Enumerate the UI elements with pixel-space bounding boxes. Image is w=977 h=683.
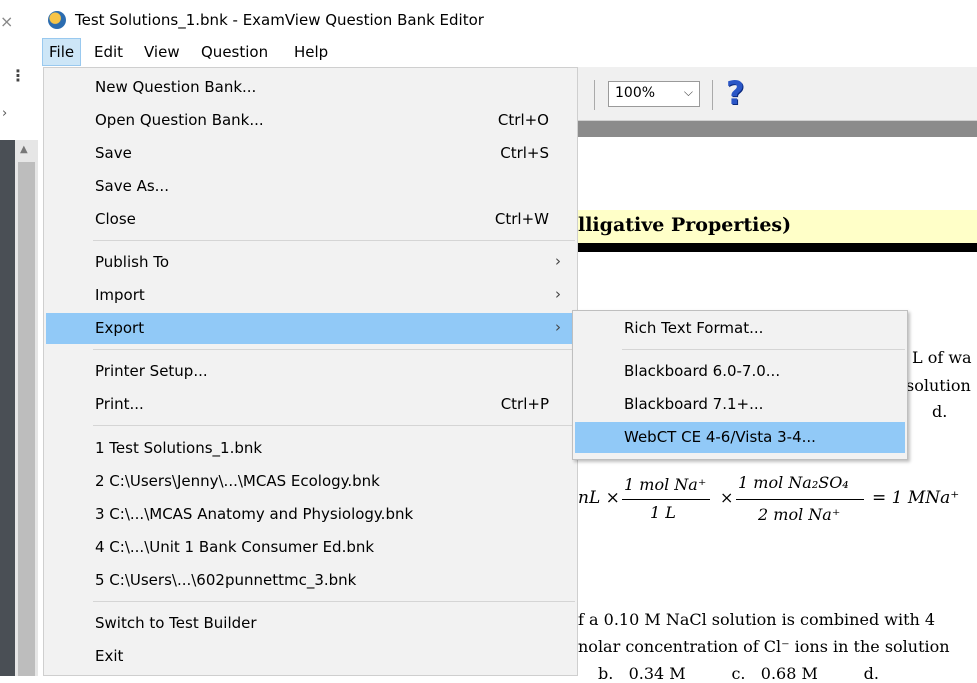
shortcut-label: Ctrl+P xyxy=(500,395,549,413)
file-menu: New Question Bank... Open Question Bank.… xyxy=(43,67,578,676)
scrollbar[interactable]: ▲ xyxy=(15,140,38,676)
menu-item-save-as[interactable]: Save As... xyxy=(46,171,577,202)
menu-item-label: 1 Test Solutions_1.bnk xyxy=(95,439,263,457)
section-heading-band: lligative Properties) xyxy=(578,210,977,252)
menu-file[interactable]: File xyxy=(42,38,82,66)
toolbar-separator xyxy=(594,80,595,110)
help-icon[interactable]: ? xyxy=(726,74,745,112)
export-submenu: Rich Text Format... Blackboard 6.0-7.0..… xyxy=(572,310,908,460)
menu-item-label: Switch to Test Builder xyxy=(95,614,257,632)
menu-item-switch-to-test-builder[interactable]: Switch to Test Builder xyxy=(46,608,577,639)
equation-denominator: 2 mol Na⁺ xyxy=(758,505,841,524)
ruler-bar xyxy=(578,121,977,137)
menu-item-recent-file[interactable]: 5 C:\Users\...\602punnettmc_3.bnk xyxy=(46,565,577,596)
zoom-value: 100% xyxy=(615,85,656,101)
menu-help[interactable]: Help xyxy=(288,38,334,66)
menu-item-label: Exit xyxy=(95,647,124,665)
close-icon[interactable]: × xyxy=(0,12,13,31)
zoom-select[interactable]: 100% ⌵ xyxy=(608,81,700,107)
menu-item-label: Open Question Bank... xyxy=(95,111,264,129)
doc-text-fragment: d. xyxy=(932,402,948,421)
menu-item-label: 4 C:\...\Unit 1 Bank Consumer Ed.bnk xyxy=(95,538,375,556)
menu-item-recent-file[interactable]: 3 C:\...\MCAS Anatomy and Physiology.bnk xyxy=(46,499,577,530)
section-heading: lligative Properties) xyxy=(578,214,792,236)
toolbar-separator xyxy=(712,80,713,110)
equation-left: nL × xyxy=(578,488,620,508)
menu-item-exit[interactable]: Exit xyxy=(46,641,577,672)
more-vertical-icon[interactable]: ⋮ xyxy=(10,66,26,85)
menu-item-recent-file[interactable]: 1 Test Solutions_1.bnk xyxy=(46,433,577,464)
equation-denominator: 1 L xyxy=(650,503,676,522)
shortcut-label: Ctrl+S xyxy=(500,144,549,162)
shortcut-label: Ctrl+O xyxy=(497,111,549,129)
menu-item-import[interactable]: Import › xyxy=(46,280,577,311)
menu-item-save[interactable]: Save Ctrl+S xyxy=(46,138,577,169)
menu-item-publish-to[interactable]: Publish To › xyxy=(46,247,577,278)
chevron-down-icon: ⌵ xyxy=(683,85,693,99)
menu-item-label: Save As... xyxy=(95,177,169,195)
menu-item-export[interactable]: Export › xyxy=(46,313,577,344)
menu-item-label: Import xyxy=(95,286,145,304)
submenu-item-rich-text-format[interactable]: Rich Text Format... xyxy=(575,313,905,344)
equation-result: = 1 MNa⁺ xyxy=(872,488,960,508)
window-title: Test Solutions_1.bnk - ExamView Question… xyxy=(75,11,484,29)
menu-item-label: 2 C:\Users\Jenny\...\MCAS Ecology.bnk xyxy=(95,472,380,490)
doc-text-line: f a 0.10 M NaCl solution is combined wit… xyxy=(578,610,936,629)
menu-item-label: Printer Setup... xyxy=(95,362,208,380)
submenu-item-blackboard-7[interactable]: Blackboard 7.1+... xyxy=(575,389,905,420)
scroll-thumb[interactable] xyxy=(18,162,35,676)
shortcut-label: Ctrl+W xyxy=(494,210,549,228)
menu-item-label: Save xyxy=(95,144,132,162)
scroll-up-arrow-icon[interactable]: ▲ xyxy=(20,144,28,155)
menu-item-label: Publish To xyxy=(95,253,170,271)
menu-item-label: Blackboard 6.0-7.0... xyxy=(624,362,781,380)
menu-edit[interactable]: Edit xyxy=(88,38,129,66)
menu-item-open-question-bank[interactable]: Open Question Bank... Ctrl+O xyxy=(46,105,577,136)
panel-edge xyxy=(0,140,15,676)
doc-text-line: b. 0.34 M c. 0.68 M d. xyxy=(598,664,879,683)
menu-separator xyxy=(93,601,575,602)
submenu-arrow-icon: › xyxy=(555,318,561,336)
menu-separator xyxy=(93,349,575,350)
menu-item-new-question-bank[interactable]: New Question Bank... xyxy=(46,72,577,103)
doc-text-line: nolar concentration of Cl⁻ ions in the s… xyxy=(578,637,950,656)
menu-item-label: 5 C:\Users\...\602punnettmc_3.bnk xyxy=(95,571,357,589)
equation-numerator: 1 mol Na₂SO₄ xyxy=(738,473,849,492)
menu-view[interactable]: View xyxy=(138,38,186,66)
menu-item-label: Close xyxy=(95,210,136,228)
menu-item-label: Print... xyxy=(95,395,144,413)
submenu-arrow-icon: › xyxy=(555,252,561,270)
menu-item-recent-file[interactable]: 4 C:\...\Unit 1 Bank Consumer Ed.bnk xyxy=(46,532,577,563)
menu-separator xyxy=(93,425,575,426)
menu-item-close[interactable]: Close Ctrl+W xyxy=(46,204,577,235)
menu-item-label: 3 C:\...\MCAS Anatomy and Physiology.bnk xyxy=(95,505,414,523)
menu-question[interactable]: Question xyxy=(195,38,274,66)
equation-operator: × xyxy=(720,488,734,507)
app-icon xyxy=(48,11,66,29)
menu-separator xyxy=(622,349,905,350)
submenu-item-blackboard-6[interactable]: Blackboard 6.0-7.0... xyxy=(575,356,905,387)
menu-item-print[interactable]: Print... Ctrl+P xyxy=(46,389,577,420)
menu-item-label: Blackboard 7.1+... xyxy=(624,395,764,413)
equation-numerator: 1 mol Na⁺ xyxy=(624,475,707,494)
menu-item-printer-setup[interactable]: Printer Setup... xyxy=(46,356,577,387)
menu-separator xyxy=(93,240,575,241)
menu-item-label: Rich Text Format... xyxy=(624,319,764,337)
menu-item-recent-file[interactable]: 2 C:\Users\Jenny\...\MCAS Ecology.bnk xyxy=(46,466,577,497)
fraction-bar xyxy=(622,499,710,500)
menu-item-label: WebCT CE 4-6/Vista 3-4... xyxy=(624,428,816,446)
chevron-right-icon[interactable]: › xyxy=(2,106,7,121)
menu-item-label: New Question Bank... xyxy=(95,78,257,96)
fraction-bar xyxy=(736,499,864,500)
submenu-item-webct[interactable]: WebCT CE 4-6/Vista 3-4... xyxy=(575,422,905,453)
menu-item-label: Export xyxy=(95,319,145,337)
doc-text-fragment: L of wa xyxy=(912,348,972,367)
submenu-arrow-icon: › xyxy=(555,285,561,303)
doc-text-fragment: solution xyxy=(906,376,971,395)
